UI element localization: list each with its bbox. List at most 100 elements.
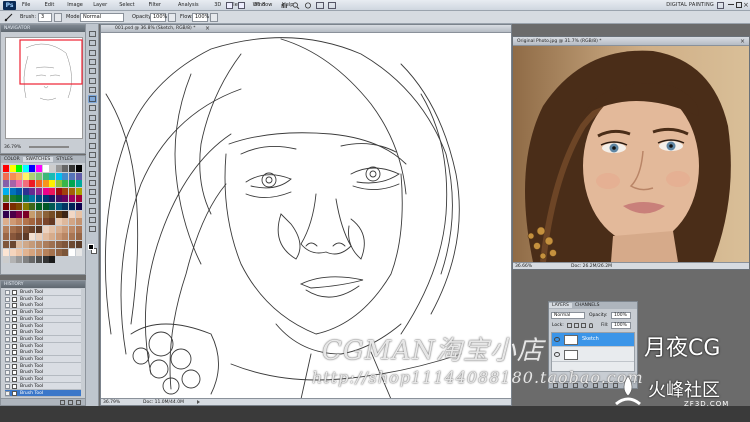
swatch[interactable] xyxy=(3,210,9,218)
zoom-tool-icon[interactable] xyxy=(88,225,97,233)
swatch[interactable] xyxy=(42,210,49,218)
swatch[interactable] xyxy=(49,180,56,188)
mode-select[interactable]: Normal xyxy=(80,13,124,22)
path-select-tool-icon[interactable] xyxy=(88,179,97,187)
tab-styles[interactable]: STYLES xyxy=(53,157,76,162)
hand-tool-icon[interactable] xyxy=(280,2,288,9)
swatch[interactable] xyxy=(9,241,16,248)
swatch[interactable] xyxy=(36,233,42,241)
swatch[interactable] xyxy=(16,225,23,233)
swatch[interactable] xyxy=(3,203,9,210)
swatch[interactable] xyxy=(22,233,29,241)
swatch[interactable] xyxy=(62,165,69,172)
swatch[interactable] xyxy=(62,241,69,248)
swatch[interactable] xyxy=(16,210,23,218)
swatch[interactable] xyxy=(49,241,56,248)
swatch[interactable] xyxy=(3,248,9,256)
swatch[interactable] xyxy=(29,180,36,188)
swatch[interactable] xyxy=(16,248,23,256)
swatch[interactable] xyxy=(16,187,23,195)
swatch[interactable] xyxy=(55,180,62,188)
swatch[interactable] xyxy=(36,165,42,172)
swatch[interactable] xyxy=(22,180,29,188)
new-snapshot-icon[interactable] xyxy=(60,400,65,405)
swatch[interactable] xyxy=(69,187,75,195)
swatch[interactable] xyxy=(3,165,9,172)
swatch[interactable] xyxy=(9,210,16,218)
swatch[interactable] xyxy=(42,165,49,172)
swatch[interactable] xyxy=(75,172,82,180)
opacity-pressure-toggle[interactable] xyxy=(168,13,176,22)
swatch[interactable] xyxy=(55,225,62,233)
menu-layer[interactable]: Layer xyxy=(93,1,107,10)
brush-size-picker[interactable]: 3 xyxy=(38,13,52,22)
screen-mode-icon[interactable] xyxy=(328,2,336,9)
navigator-zoom[interactable]: 36.79% xyxy=(4,145,21,150)
swatch[interactable] xyxy=(42,187,49,195)
swatch[interactable] xyxy=(36,248,42,256)
swatch[interactable] xyxy=(55,233,62,241)
maximize-icon[interactable] xyxy=(736,2,742,8)
eyedropper-tool-icon[interactable] xyxy=(88,77,97,85)
status-menu-arrow-icon[interactable] xyxy=(197,400,201,404)
swatch[interactable] xyxy=(3,218,9,226)
swatch[interactable] xyxy=(55,241,62,248)
swatch[interactable] xyxy=(75,203,82,210)
brush-panel-toggle[interactable] xyxy=(54,13,62,22)
tab-swatches[interactable]: SWATCHES xyxy=(22,157,54,162)
marquee-tool-icon[interactable] xyxy=(88,39,97,47)
type-tool-icon[interactable] xyxy=(88,170,97,178)
swatch[interactable] xyxy=(16,195,23,203)
swatch[interactable] xyxy=(42,241,49,248)
swatch[interactable] xyxy=(29,203,36,210)
swatch[interactable] xyxy=(75,218,82,226)
airbrush-toggle[interactable] xyxy=(210,13,218,22)
swatch[interactable] xyxy=(75,195,82,203)
photo-document-tab[interactable]: Original Photo.jpg @ 31.7% (RGB/8) * xyxy=(513,37,749,46)
swatch[interactable] xyxy=(22,203,29,210)
swatch[interactable] xyxy=(42,233,49,241)
rotate-view-icon[interactable] xyxy=(304,2,312,9)
navigator-preview[interactable] xyxy=(5,37,83,139)
swatch[interactable] xyxy=(62,180,69,188)
swatch[interactable] xyxy=(69,241,75,248)
swatch[interactable] xyxy=(36,256,42,264)
hand-tool-icon[interactable] xyxy=(88,216,97,224)
history-state-checkbox[interactable] xyxy=(5,290,10,295)
swatch[interactable] xyxy=(29,225,36,233)
arrange-documents-icon[interactable] xyxy=(316,2,324,9)
swatch[interactable] xyxy=(22,225,29,233)
swatch[interactable] xyxy=(75,225,82,233)
swatch[interactable] xyxy=(75,233,82,241)
swatch[interactable] xyxy=(55,195,62,203)
swatch[interactable] xyxy=(29,218,36,226)
swatch[interactable] xyxy=(55,248,62,256)
swatch[interactable] xyxy=(22,172,29,180)
3d-orbit-tool-icon[interactable] xyxy=(88,207,97,215)
swatch[interactable] xyxy=(62,218,69,226)
history-tab[interactable]: HISTORY xyxy=(1,281,85,288)
new-document-icon[interactable] xyxy=(68,400,73,405)
swatch[interactable] xyxy=(16,180,23,188)
swatch[interactable] xyxy=(9,218,16,226)
swatch[interactable] xyxy=(42,172,49,180)
swatch[interactable] xyxy=(22,256,29,264)
swatch[interactable] xyxy=(62,233,69,241)
swatch[interactable] xyxy=(49,248,56,256)
swatch[interactable] xyxy=(42,256,49,264)
navigator-zoom-slider[interactable] xyxy=(29,146,69,148)
swatch[interactable] xyxy=(49,172,56,180)
swatch[interactable] xyxy=(22,218,29,226)
blur-tool-icon[interactable] xyxy=(88,142,97,150)
workspace-switcher[interactable]: DIGITAL PAINTING xyxy=(666,1,714,10)
trash-icon[interactable] xyxy=(76,400,81,405)
swatch[interactable] xyxy=(62,187,69,195)
swatch[interactable] xyxy=(29,233,36,241)
mini-bridge-icon[interactable] xyxy=(238,2,245,9)
swatch[interactable] xyxy=(75,248,82,256)
swatch[interactable] xyxy=(49,225,56,233)
history-state-checkbox[interactable] xyxy=(5,336,10,342)
swatch[interactable] xyxy=(36,195,42,203)
history-brush-tool-icon[interactable] xyxy=(88,114,97,122)
history-state-checkbox[interactable] xyxy=(5,390,10,396)
